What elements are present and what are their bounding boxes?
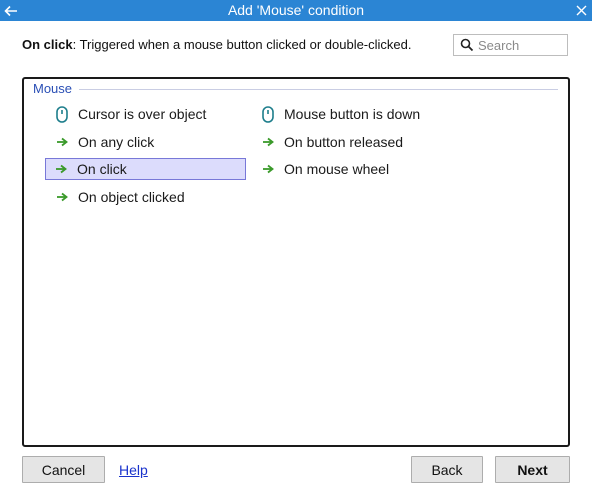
trigger-arrow-icon xyxy=(259,159,277,179)
condition-label: On any click xyxy=(78,134,155,150)
condition-mouse-button-is-down[interactable]: Mouse button is down xyxy=(252,103,462,125)
condition-description: On click: Triggered when a mouse button … xyxy=(22,37,412,52)
trigger-arrow-icon xyxy=(53,132,71,152)
condition-cursor-is-over-object[interactable]: Cursor is over object xyxy=(46,103,246,125)
cancel-button[interactable]: Cancel xyxy=(22,456,105,483)
group-divider xyxy=(79,89,558,90)
condition-on-button-released[interactable]: On button released xyxy=(252,131,462,153)
condition-on-object-clicked[interactable]: On object clicked xyxy=(46,186,246,208)
help-link[interactable]: Help xyxy=(119,462,148,478)
condition-label: On click xyxy=(77,161,127,177)
trigger-arrow-icon xyxy=(52,159,70,179)
close-icon[interactable] xyxy=(572,0,590,21)
search-icon xyxy=(457,35,477,55)
condition-on-any-click[interactable]: On any click xyxy=(46,131,246,153)
search-input[interactable] xyxy=(478,36,564,54)
mouse-icon xyxy=(259,104,277,124)
condition-name: On click xyxy=(22,37,73,52)
condition-label: On mouse wheel xyxy=(284,161,390,177)
mouse-icon xyxy=(53,104,71,124)
condition-on-click[interactable]: On click xyxy=(45,158,246,180)
condition-label: Cursor is over object xyxy=(78,106,207,122)
trigger-arrow-icon xyxy=(53,187,71,207)
condition-label: Mouse button is down xyxy=(284,106,421,122)
condition-label: On object clicked xyxy=(78,189,185,205)
group-label: Mouse xyxy=(33,81,73,96)
condition-on-mouse-wheel[interactable]: On mouse wheel xyxy=(252,158,462,180)
trigger-arrow-icon xyxy=(259,132,277,152)
search-box[interactable] xyxy=(453,34,568,56)
title-bar: Add 'Mouse' condition xyxy=(0,0,592,21)
window-title: Add 'Mouse' condition xyxy=(227,2,365,18)
next-button[interactable]: Next xyxy=(495,456,570,483)
back-button[interactable]: Back xyxy=(411,456,483,483)
condition-label: On button released xyxy=(284,134,404,150)
condition-description-text: : Triggered when a mouse button clicked … xyxy=(72,37,412,52)
conditions-panel: Mouse Cursor is over object On any click… xyxy=(22,77,570,447)
